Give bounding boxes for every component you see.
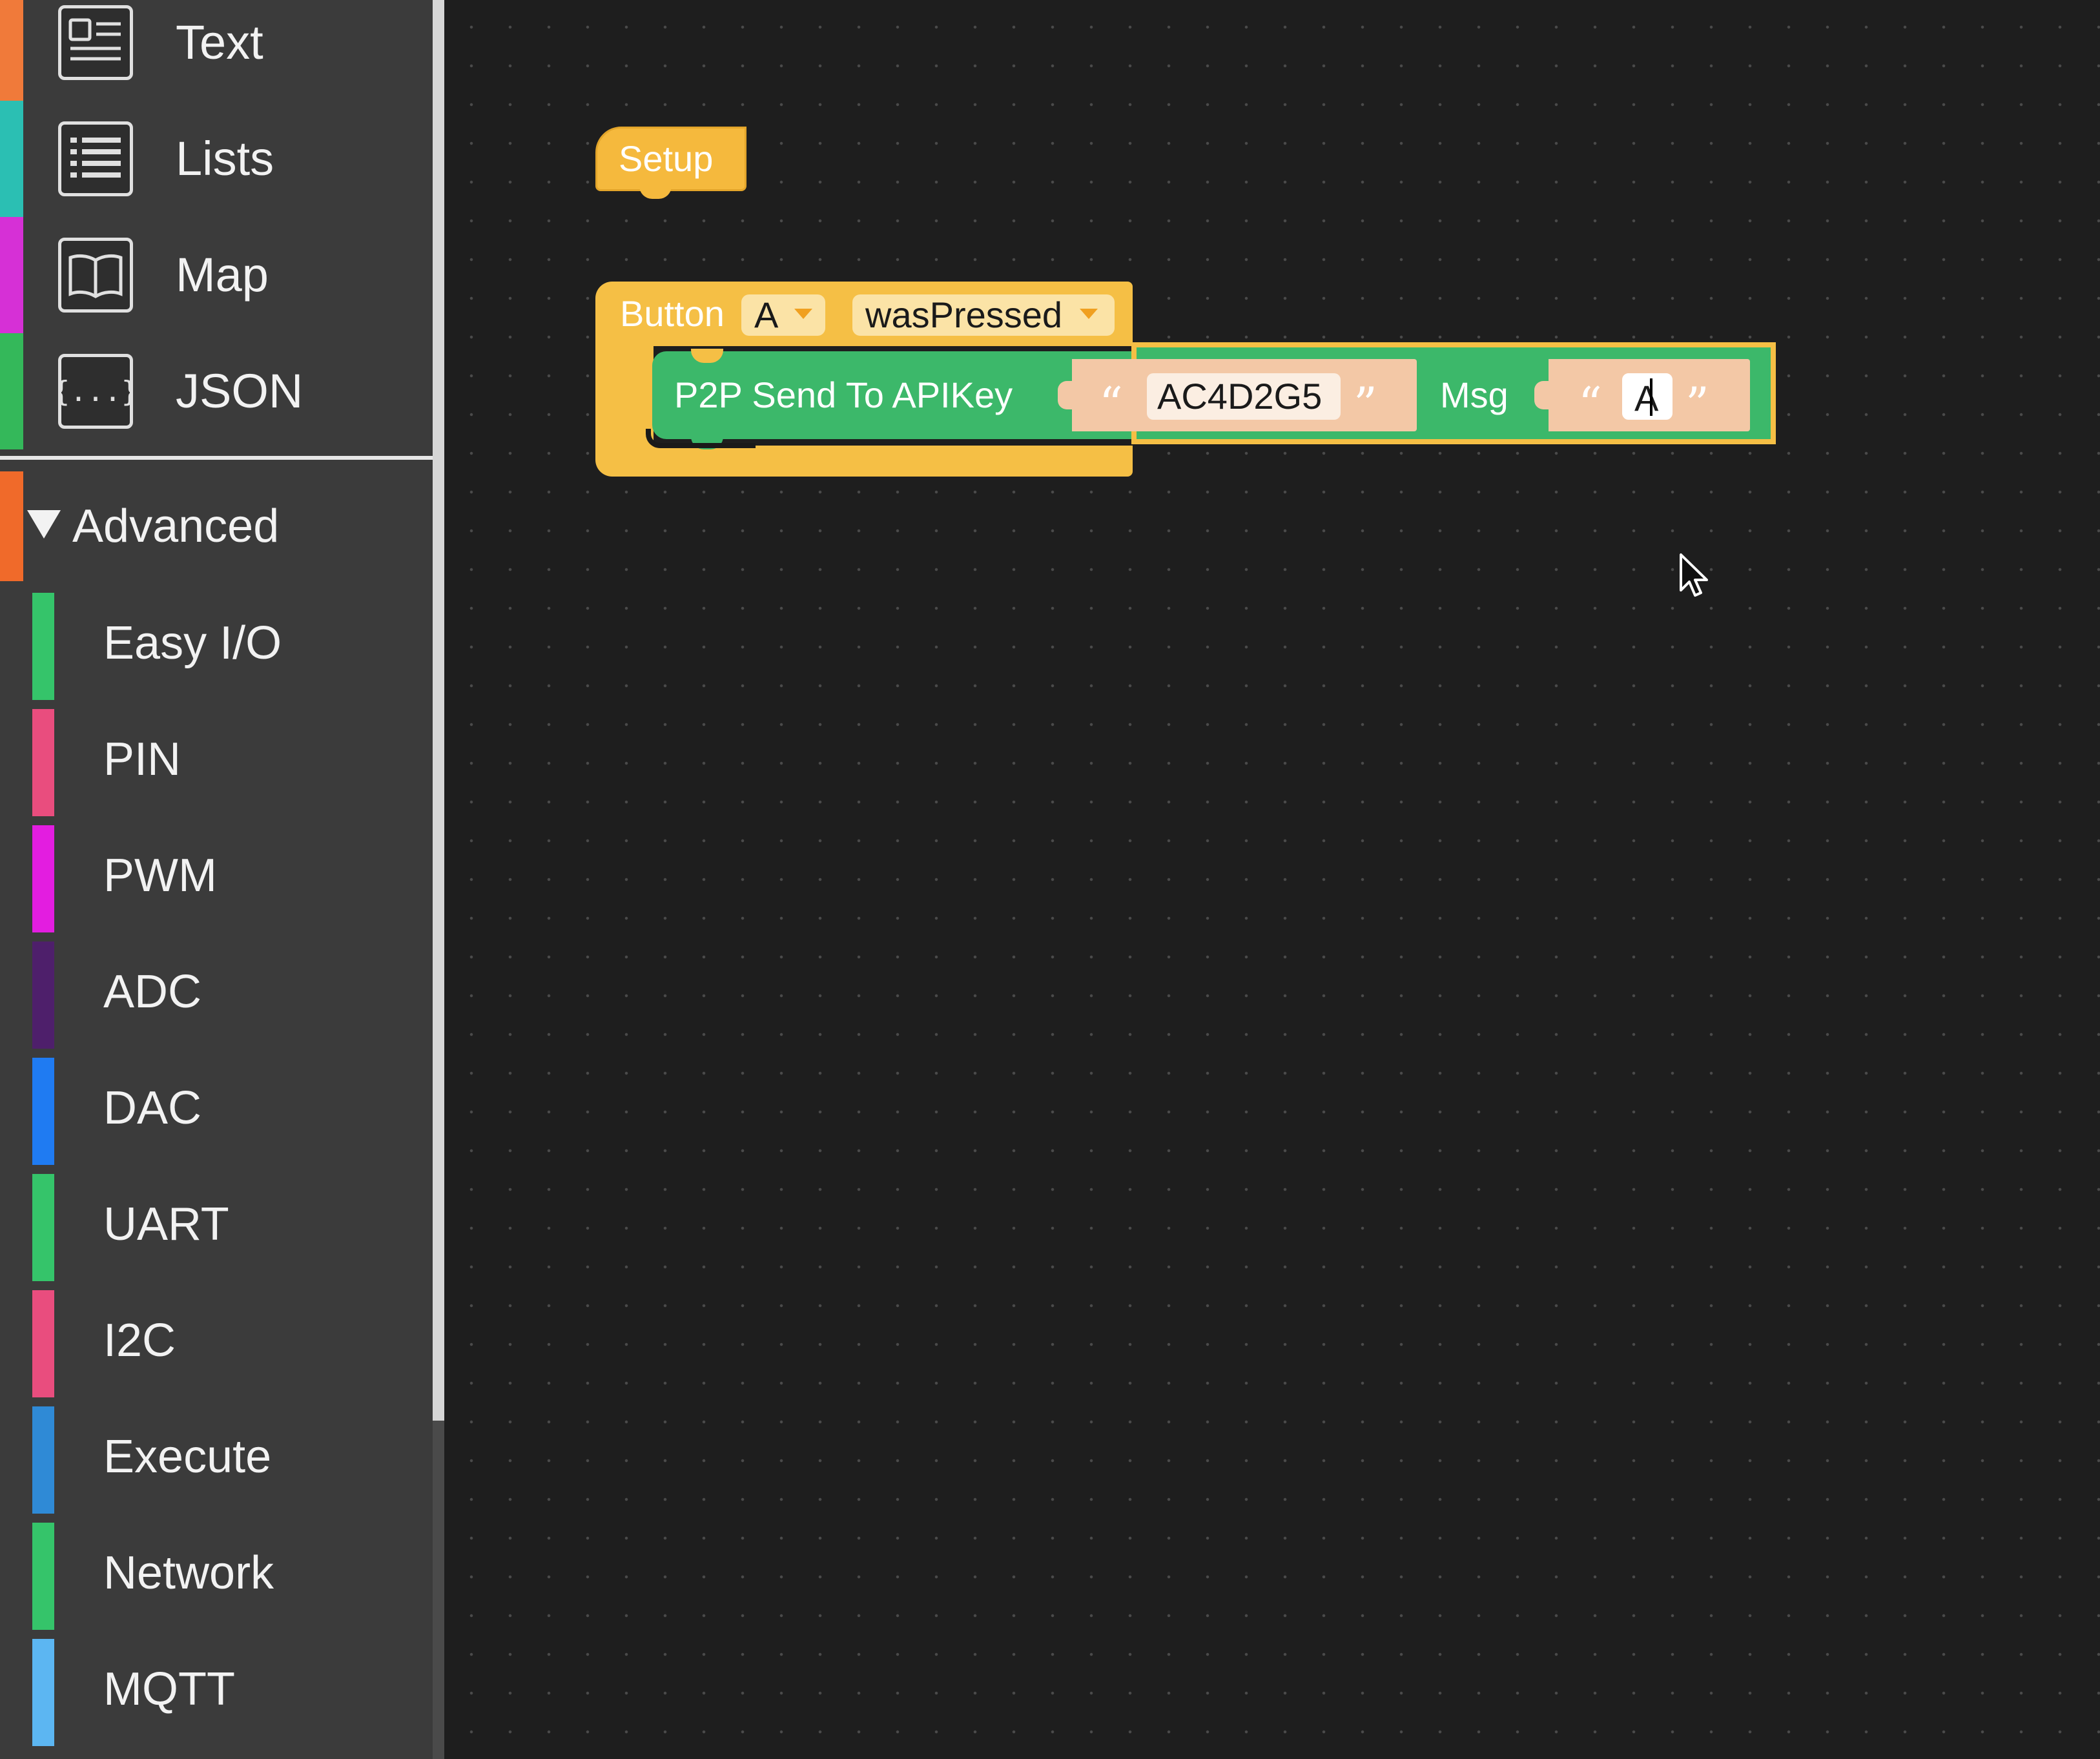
category-map[interactable]: Map	[0, 217, 433, 333]
dropdown-arrow-icon	[1080, 309, 1098, 319]
category-label: DAC	[103, 1082, 202, 1134]
msg-text-field[interactable]: A	[1622, 373, 1673, 420]
button-select-dropdown[interactable]: A	[741, 294, 825, 336]
category-label: Network	[103, 1547, 274, 1599]
toolbox-scrollbar-thumb[interactable]	[433, 0, 444, 1421]
category-lists[interactable]: Lists	[0, 101, 433, 217]
category-label: ADC	[103, 966, 202, 1018]
expand-caret-icon[interactable]	[27, 510, 61, 539]
svg-text:{...}: {...}	[61, 375, 130, 408]
category-pin[interactable]: PIN	[0, 701, 433, 818]
text-caret	[1650, 378, 1652, 416]
category-label: UART	[103, 1198, 229, 1250]
category-color-stripe	[32, 825, 54, 932]
category-label: PIN	[103, 734, 181, 785]
toolbox-sidebar: Text Lists Map ... JSON Advanced Easy I/…	[0, 0, 433, 1759]
category-i2c[interactable]: I2C	[0, 1282, 433, 1399]
category-text[interactable]: Text	[0, 0, 433, 101]
category-color-stripe	[0, 217, 23, 333]
list-icon	[58, 121, 133, 196]
category-color-stripe	[0, 471, 23, 581]
button-select-value: A	[754, 294, 779, 335]
category-color-stripe	[32, 1639, 54, 1746]
category-dac[interactable]: DAC	[0, 1050, 433, 1166]
button-event-block-body	[595, 342, 654, 452]
category-advanced[interactable]: Advanced	[0, 471, 433, 581]
category-label: JSON	[176, 364, 304, 418]
category-color-stripe	[0, 0, 23, 101]
button-event-label: Button	[620, 293, 725, 334]
toolbox-scrollbar-track[interactable]	[433, 1421, 444, 1759]
category-label: MQTT	[103, 1663, 235, 1715]
book-icon	[58, 238, 133, 313]
category-color-stripe	[32, 1290, 54, 1397]
mouse-pointer-icon	[1679, 553, 1711, 599]
p2p-send-label: P2P Send To APIKey	[674, 375, 1013, 415]
toolbox-divider	[0, 456, 433, 460]
category-uart[interactable]: UART	[0, 1166, 433, 1282]
apikey-text-field[interactable]: AC4D2G5	[1147, 373, 1341, 420]
category-color-stripe	[32, 1523, 54, 1630]
setup-block-label: Setup	[619, 138, 714, 179]
braces-icon: {...}	[53, 354, 138, 429]
category-mqtt[interactable]: MQTT	[0, 1631, 433, 1747]
category-label: Execute	[103, 1431, 272, 1483]
category-color-stripe	[32, 1174, 54, 1281]
category-pwm[interactable]: PWM	[0, 818, 433, 934]
category-color-stripe	[32, 1058, 54, 1165]
category-color-stripe	[32, 593, 54, 700]
open-quote-icon: “	[1099, 377, 1123, 431]
category-execute[interactable]: Execute	[0, 1399, 433, 1515]
msg-label: Msg	[1440, 375, 1508, 415]
event-select-value: wasPressed	[865, 294, 1063, 335]
button-event-block-footer	[595, 446, 1133, 477]
category-adc[interactable]: ADC	[0, 934, 433, 1050]
category-easy-io[interactable]: Easy I/O	[0, 585, 433, 701]
category-label: Text	[176, 15, 263, 69]
close-quote-icon: ”	[1354, 377, 1377, 431]
category-json[interactable]: {...} JSON	[0, 333, 433, 449]
category-label: I2C	[103, 1315, 176, 1366]
category-color-stripe	[32, 941, 54, 1049]
close-quote-icon: ”	[1685, 377, 1709, 431]
dropdown-arrow-icon	[794, 309, 812, 319]
blocks-workspace[interactable]	[444, 0, 2100, 1759]
category-label: Map	[176, 248, 269, 302]
category-label: PWM	[103, 850, 217, 901]
category-label: Easy I/O	[103, 617, 282, 669]
category-color-stripe	[0, 333, 23, 449]
open-quote-icon: “	[1578, 377, 1602, 431]
category-color-stripe	[32, 1406, 54, 1514]
category-network[interactable]: Network	[0, 1515, 433, 1631]
category-color-stripe	[32, 709, 54, 816]
category-label: Lists	[176, 132, 274, 185]
text-icon	[58, 5, 133, 80]
category-color-stripe	[0, 101, 23, 217]
category-label: Advanced	[72, 500, 280, 552]
event-select-dropdown[interactable]: wasPressed	[852, 294, 1115, 336]
